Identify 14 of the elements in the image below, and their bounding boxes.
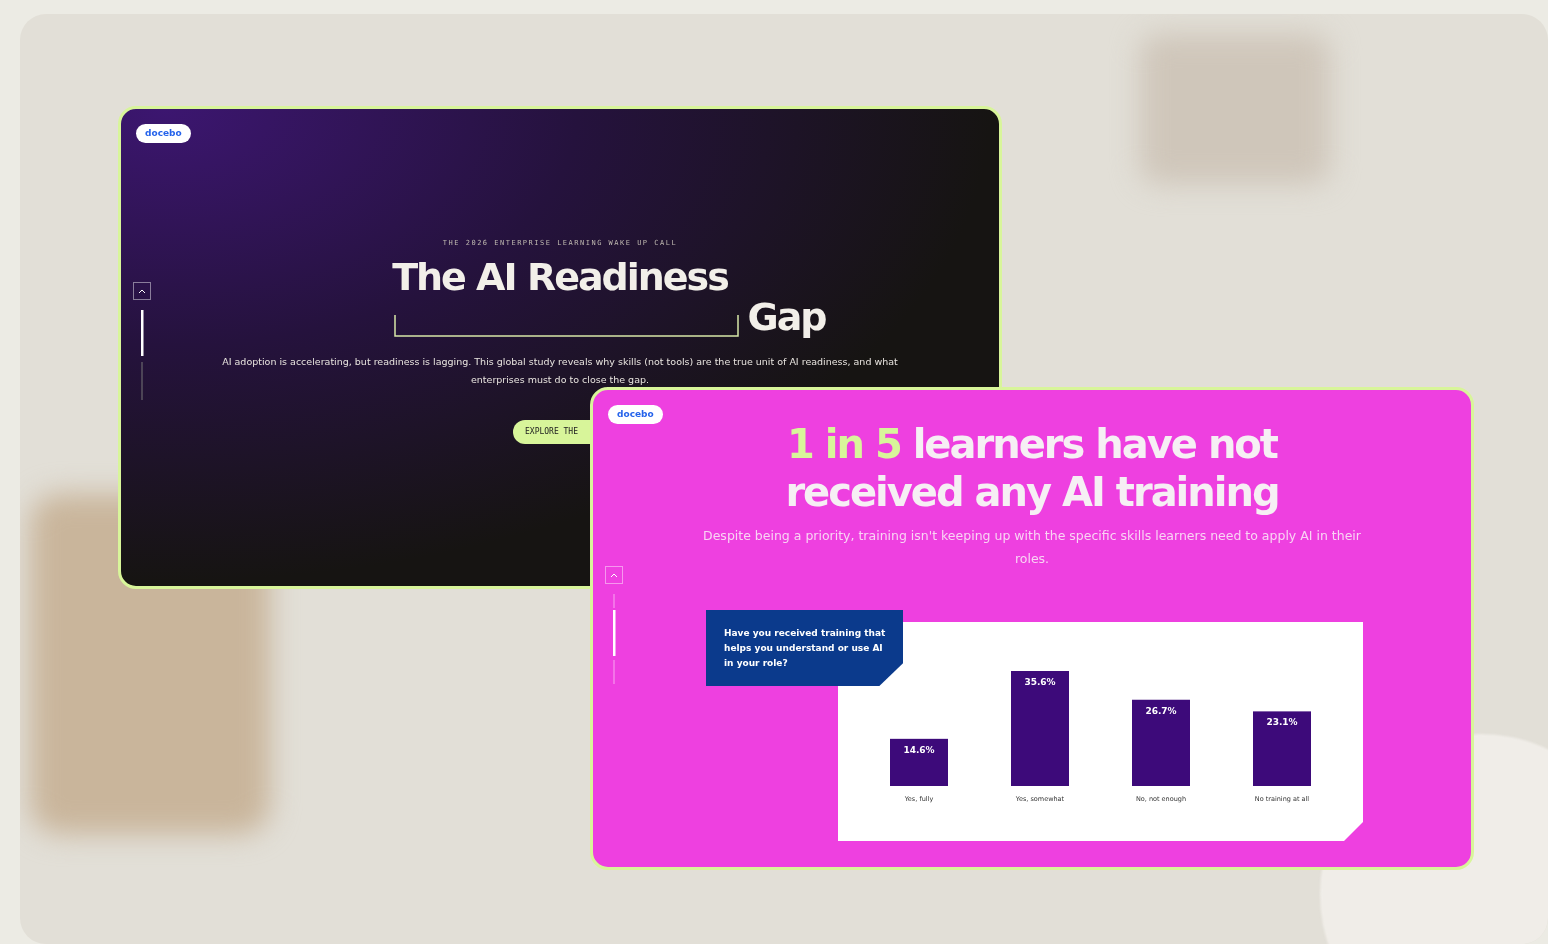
question-callout: Have you received training that helps you understand or use AI in your role? — [706, 610, 903, 686]
page-description: AI adoption is accelerating, but readiness is lagging. This global study reveals why skills (not tools) are the true unit of AI readiness, and what enterprises must do to close the gap. — [221, 354, 899, 387]
logo: docebo — [136, 124, 191, 143]
value-label: 35.6% — [1024, 677, 1056, 687]
bar — [890, 738, 948, 786]
page-title: Gap — [747, 296, 826, 337]
page-description: Despite being a priority, training isn't keeping up with the specific skills learners need to apply AI in their roles. — [702, 527, 1362, 568]
value-label: 23.1% — [1266, 717, 1298, 728]
page-title: The AI Readiness — [392, 256, 728, 297]
value-label: 14.6% — [903, 744, 935, 755]
value-label: 26.7% — [1145, 705, 1177, 716]
logo: docebo — [608, 405, 663, 424]
explore-button[interactable]: EXPLORE THE — [513, 419, 591, 444]
headline: 1 in 5 learners have not received any AI training — [784, 420, 1280, 516]
